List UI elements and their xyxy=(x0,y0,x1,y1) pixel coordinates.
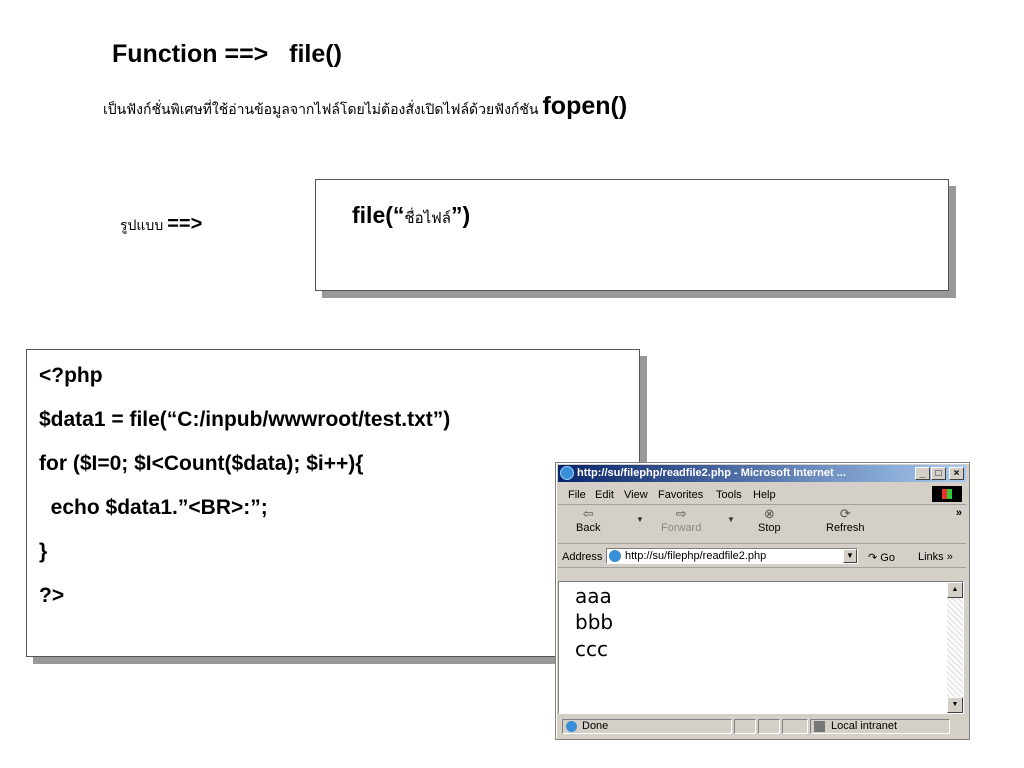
menu-edit[interactable]: Edit xyxy=(595,489,614,501)
forward-arrow-icon: ⇨ xyxy=(675,506,687,521)
description-function: fopen() xyxy=(542,92,628,120)
zone-text: Local intranet xyxy=(831,720,898,732)
zone-panel: Local intranet xyxy=(810,719,950,734)
forward-dropdown-icon[interactable]: ▼ xyxy=(727,515,735,524)
syntax-open: file(“ xyxy=(352,202,405,228)
code-line: $data1 = file(“C:/inpub/wwwroot/test.txt… xyxy=(39,408,451,431)
forward-label: Forward xyxy=(661,522,702,534)
menu-view[interactable]: View xyxy=(624,489,648,501)
page-title: Function ==> file() xyxy=(112,40,342,69)
stop-icon: ⊗ xyxy=(763,506,775,521)
toolbar: ⇦ Back ▼ ⇨ Forward ▼ ⊗ Stop ⟳ Refresh » xyxy=(558,505,966,544)
browser-titlebar[interactable]: http://su/filephp/readfile2.php - Micros… xyxy=(558,465,966,482)
status-pane xyxy=(734,719,756,734)
status-panel: Done xyxy=(562,719,732,734)
forward-button[interactable]: ⇨ Forward xyxy=(661,505,701,534)
refresh-icon: ⟳ xyxy=(839,506,851,521)
ie-icon xyxy=(560,466,574,480)
intranet-icon xyxy=(814,721,825,732)
scroll-down-icon[interactable]: ▼ xyxy=(947,697,963,713)
page-content: aaa bbb ccc ▲ ▼ xyxy=(558,581,964,714)
content-line: bbb xyxy=(575,610,614,634)
page-icon xyxy=(609,550,621,562)
format-label-text: รูปแบบ xyxy=(120,218,164,234)
links-button[interactable]: Links » xyxy=(918,551,953,563)
status-text: Done xyxy=(582,720,609,732)
maximize-button[interactable]: □ xyxy=(931,467,946,480)
go-label: Go xyxy=(880,552,895,564)
toolbar-more-icon[interactable]: » xyxy=(956,507,962,519)
code-line: echo $data1.”<BR>:”; xyxy=(39,496,268,519)
back-dropdown-icon[interactable]: ▼ xyxy=(636,515,644,524)
go-arrow-icon: ↷ xyxy=(868,552,878,564)
refresh-label: Refresh xyxy=(826,522,865,534)
address-label: Address xyxy=(562,551,603,563)
stop-button[interactable]: ⊗ Stop xyxy=(758,505,781,534)
status-pane xyxy=(758,719,780,734)
close-button[interactable]: × xyxy=(949,467,964,480)
done-page-icon xyxy=(566,721,577,732)
code-line: <?php xyxy=(39,364,103,387)
browser-window: http://su/filephp/readfile2.php - Micros… xyxy=(555,462,970,740)
address-value: http://su/filephp/readfile2.php xyxy=(625,550,767,562)
code-line: for ($I=0; $I<Count($data); $i++){ xyxy=(39,452,364,475)
menu-tools[interactable]: Tools xyxy=(716,489,742,501)
format-label: รูปแบบ ==> xyxy=(120,213,202,237)
go-button[interactable]: ↷ Go xyxy=(868,551,895,564)
scroll-up-icon[interactable]: ▲ xyxy=(947,582,963,598)
status-bar: Done Local intranet xyxy=(558,716,966,736)
back-arrow-icon: ⇦ xyxy=(582,506,594,521)
refresh-button[interactable]: ⟳ Refresh xyxy=(826,505,865,534)
code-line: } xyxy=(39,540,48,563)
menu-favorites[interactable]: Favorites xyxy=(658,489,703,501)
content-line: aaa xyxy=(575,584,612,608)
code-line: ?> xyxy=(39,584,65,607)
menu-help[interactable]: Help xyxy=(753,489,776,501)
syntax-box: file(“ชื่อไฟล์”) xyxy=(315,179,949,291)
vertical-scrollbar[interactable]: ▲ ▼ xyxy=(947,582,963,713)
title-prefix: Function ==> xyxy=(112,40,269,68)
address-dropdown-icon[interactable]: ▼ xyxy=(843,549,857,563)
description: เป็นฟังก์ชั่นพิเศษที่ใช้อ่านข้อมูลจากไฟล… xyxy=(103,92,627,121)
windows-logo-icon xyxy=(932,486,962,502)
status-pane xyxy=(782,719,808,734)
menu-file[interactable]: File xyxy=(568,489,586,501)
back-label: Back xyxy=(576,522,601,534)
syntax-text: file(“ชื่อไฟล์”) xyxy=(352,202,470,230)
menu-bar: File Edit View Favorites Tools Help xyxy=(558,484,966,505)
back-button[interactable]: ⇦ Back xyxy=(576,505,600,534)
format-arrow: ==> xyxy=(167,213,203,235)
stop-label: Stop xyxy=(758,522,781,534)
browser-title: http://su/filephp/readfile2.php - Micros… xyxy=(577,467,846,479)
code-box: <?php $data1 = file(“C:/inpub/wwwroot/te… xyxy=(26,349,640,657)
title-function: file() xyxy=(289,40,342,68)
description-text: เป็นฟังก์ชั่นพิเศษที่ใช้อ่านข้อมูลจากไฟล… xyxy=(103,102,539,118)
content-line: ccc xyxy=(575,637,608,661)
address-bar: Address http://su/filephp/readfile2.php … xyxy=(558,545,966,568)
minimize-button[interactable]: _ xyxy=(915,467,930,480)
syntax-close: ”) xyxy=(450,202,471,228)
syntax-arg: ชื่อไฟล์ xyxy=(404,209,451,227)
address-input[interactable]: http://su/filephp/readfile2.php ▼ xyxy=(606,548,858,564)
